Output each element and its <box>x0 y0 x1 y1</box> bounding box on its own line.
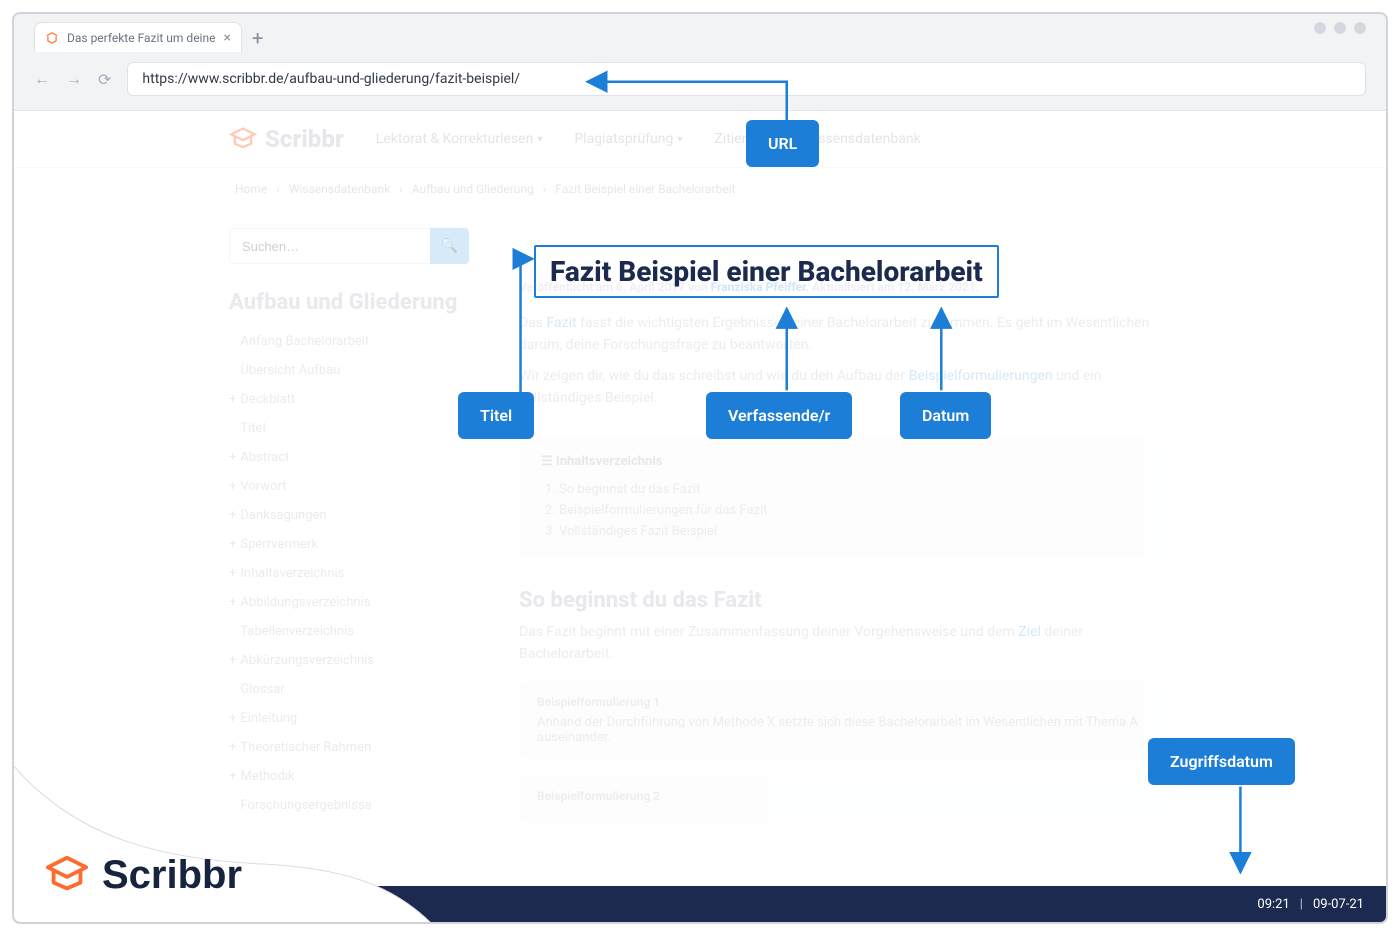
article-main: Veröffentlicht am 6. April 2017 von Fran… <box>519 206 1179 823</box>
window-dot-icon[interactable] <box>1354 22 1366 34</box>
forward-icon[interactable]: → <box>66 69 82 89</box>
address-bar[interactable]: https://www.scribbr.de/aufbau-und-gliede… <box>127 62 1366 96</box>
callout-url: URL <box>746 120 819 167</box>
breadcrumb-item[interactable]: Aufbau und Gliederung <box>412 182 534 196</box>
example-box: Beispielformulierung 1 Anhand der Durchf… <box>519 681 1179 759</box>
chevron-down-icon: ▾ <box>677 134 682 145</box>
nav-item[interactable]: Lektorat & Korrekturlesen ▾ <box>376 131 543 147</box>
inline-link[interactable]: Beispielformulierungen <box>909 368 1053 384</box>
toc-item[interactable]: Vollständiges Fazit Beispiel <box>559 521 1157 542</box>
toc-item[interactable]: Beispielformulierungen für das Fazit <box>559 500 1157 521</box>
sidebar-item[interactable]: +Anfang Bachelorarbeit <box>229 327 469 356</box>
sidebar-item[interactable]: +Tabellenverzeichnis <box>229 617 469 646</box>
footer-brand-text: Scribbr <box>102 853 242 898</box>
sidebar-item[interactable]: +Einleitung <box>229 704 469 733</box>
search-button[interactable]: 🔍 <box>430 228 469 264</box>
inline-link[interactable]: Fazit <box>547 315 577 331</box>
browser-chrome: Das perfekte Fazit um deine × + ← → ⟳ ht… <box>14 14 1386 111</box>
url-text: https://www.scribbr.de/aufbau-und-gliede… <box>142 71 520 87</box>
sidebar-item[interactable]: +Deckblatt <box>229 385 469 414</box>
sidebar-item[interactable]: +Übersicht Aufbau <box>229 356 469 385</box>
search-input[interactable] <box>229 228 430 264</box>
sidebar-item[interactable]: +Inhaltsverzeichnis <box>229 559 469 588</box>
sidebar-heading: Aufbau und Gliederung <box>229 290 469 315</box>
section-heading: So beginnst du das Fazit <box>519 588 1179 613</box>
table-of-contents: ☰ Inhaltsverzeichnis So beginnst du das … <box>519 438 1179 558</box>
sidebar-item[interactable]: +Danksagungen <box>229 501 469 530</box>
sidebar-item[interactable]: +Abbildungsverzeichnis <box>229 588 469 617</box>
breadcrumb-item[interactable]: Home <box>235 182 267 196</box>
close-tab-icon[interactable]: × <box>223 30 230 46</box>
example-box: Beispielformulierung 2 <box>519 775 1179 823</box>
callout-author: Verfassende/r <box>706 392 852 439</box>
taskbar-date: 09-07-21 <box>1313 897 1364 912</box>
brand-text: Scribbr <box>265 125 344 153</box>
chevron-down-icon: ▾ <box>537 134 542 145</box>
breadcrumb-item[interactable]: Wissensdatenbank <box>289 182 390 196</box>
sidebar-item[interactable]: +Titel <box>229 414 469 443</box>
breadcrumb-item: Fazit Beispiel einer Bachelorarbeit <box>555 182 735 196</box>
sidebar-item[interactable]: +Sperrvermerk <box>229 530 469 559</box>
window-dot-icon[interactable] <box>1334 22 1346 34</box>
browser-tab[interactable]: Das perfekte Fazit um deine × <box>34 22 242 52</box>
search-icon: 🔍 <box>441 238 458 254</box>
inline-link[interactable]: Ziel <box>1018 624 1041 640</box>
window-controls <box>1314 22 1366 34</box>
nav-item[interactable]: Plagiatsprüfung ▾ <box>574 131 682 147</box>
taskbar-time: 09:21 <box>1257 897 1289 912</box>
reload-icon[interactable]: ⟳ <box>98 70 111 89</box>
page-curl <box>12 764 432 924</box>
article-title: Fazit Beispiel einer Bachelorarbeit <box>534 245 999 298</box>
sidebar: 🔍 Aufbau und Gliederung +Anfang Bachelor… <box>229 206 469 823</box>
sidebar-item[interactable]: +Theoretischer Rahmen <box>229 733 469 762</box>
callout-date: Datum <box>900 392 991 439</box>
callout-title: Titel <box>458 392 534 439</box>
callout-access-date: Zugriffsdatum <box>1148 738 1295 785</box>
toc-heading: ☰ Inhaltsverzeichnis <box>541 454 1157 469</box>
new-tab-button[interactable]: + <box>252 28 263 48</box>
sidebar-item[interactable]: +Abstract <box>229 443 469 472</box>
sidebar-item[interactable]: +Glossar <box>229 675 469 704</box>
breadcrumb: Home › Wissensdatenbank › Aufbau und Gli… <box>14 168 1386 206</box>
back-icon[interactable]: ← <box>34 69 50 89</box>
site-header: Scribbr Lektorat & Korrekturlesen ▾ Plag… <box>14 111 1386 168</box>
favicon-icon <box>45 31 59 45</box>
sidebar-item[interactable]: +Vorwort <box>229 472 469 501</box>
window-dot-icon[interactable] <box>1314 22 1326 34</box>
browser-tab-title: Das perfekte Fazit um deine <box>67 31 215 45</box>
brand-logo[interactable]: Scribbr <box>229 125 344 153</box>
sidebar-item[interactable]: +Abkürzungsverzeichnis <box>229 646 469 675</box>
toc-item[interactable]: So beginnst du das Fazit <box>559 479 1157 500</box>
footer-brand-logo: Scribbr <box>44 852 242 898</box>
nav-item[interactable]: Wissensdatenbank <box>802 131 920 147</box>
